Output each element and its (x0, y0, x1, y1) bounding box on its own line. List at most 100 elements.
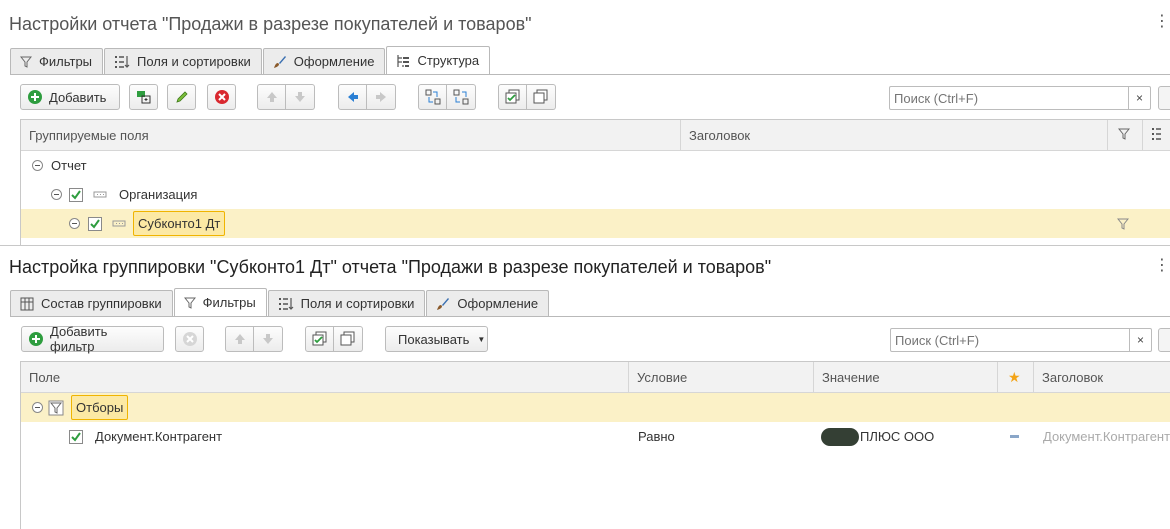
tab-label: Поля и сортировки (137, 54, 251, 69)
delete-icon (214, 89, 230, 105)
tab-fields-sorting[interactable]: Поля и сортировки (267, 290, 426, 316)
tab-filters[interactable]: Фильтры (10, 48, 104, 74)
uncheck-all-button[interactable] (527, 84, 556, 110)
filter-indicator-icon (1117, 209, 1129, 238)
uncheck-all-button[interactable] (334, 326, 363, 352)
row-checkbox[interactable] (88, 216, 102, 231)
group-ungroup-group (418, 84, 476, 110)
column-header-value[interactable]: Значение (814, 362, 998, 393)
clear-search-icon[interactable]: × (1129, 329, 1151, 351)
move-right-button[interactable] (367, 84, 396, 110)
search-input[interactable] (891, 329, 1127, 351)
collapse-toggle-icon[interactable] (51, 189, 62, 200)
arrow-down-icon (261, 332, 275, 346)
tree-row-label: Отчет (51, 158, 87, 173)
delete-button[interactable] (207, 84, 236, 110)
edit-button[interactable] (167, 84, 196, 110)
tree-row-subconto1[interactable]: Субконто1 Дт (21, 209, 1170, 238)
filter-title[interactable]: Документ.Контрагент (1043, 422, 1170, 451)
filter-group-label: Отборы (71, 395, 129, 420)
collapse-toggle-icon[interactable] (32, 402, 43, 413)
tab-grouping-composition[interactable]: Состав группировки (10, 290, 173, 316)
tab-label: Структура (417, 53, 480, 68)
column-header-title[interactable]: Заголовок (681, 120, 1108, 151)
uncheck-all-icon (340, 331, 356, 347)
arrow-down-icon (293, 90, 307, 104)
report-settings-window: Настройки отчета "Продажи в разрезе поку… (0, 0, 1170, 245)
column-header-grouped-fields[interactable]: Группируемые поля (21, 120, 681, 151)
dropdown-arrow-icon: ▼ (477, 334, 486, 344)
check-all-icon (505, 89, 521, 105)
add-button-label: Добавить (49, 89, 107, 105)
filters-search: × (890, 328, 1152, 352)
check-group (305, 326, 363, 352)
column-header-filter[interactable] (1108, 120, 1143, 151)
report-settings-tabs: Фильтры Поля и сортировки Оформление Стр… (10, 46, 491, 74)
tab-label: Состав группировки (41, 296, 162, 311)
delete-filter-button[interactable] (175, 326, 204, 352)
add-filter-button[interactable]: Добавить фильтр (21, 324, 164, 354)
tab-divider (10, 74, 1170, 75)
fields-icon (1151, 127, 1167, 144)
move-left-right-group (338, 84, 396, 110)
collapse-toggle-icon[interactable] (69, 218, 80, 229)
check-all-button[interactable] (305, 326, 334, 352)
tree-row-report[interactable]: Отчет (21, 151, 1170, 180)
funnel-icon (20, 56, 32, 68)
more-options-icon[interactable]: ⋮ (1154, 258, 1170, 274)
tab-appearance[interactable]: Оформление (262, 48, 386, 74)
grouping-settings-title: Настройка группировки "Субконто1 Дт" отч… (9, 257, 772, 277)
delete-icon (182, 331, 198, 347)
brush-icon (273, 55, 287, 69)
move-up-down-group (257, 84, 315, 110)
redacted-mark (821, 422, 859, 451)
group-button[interactable] (418, 84, 447, 110)
collapse-toggle-icon[interactable] (32, 160, 43, 171)
tree-row-organization[interactable]: Организация (21, 180, 1170, 209)
structure-icon (396, 54, 410, 68)
column-header-title[interactable]: Заголовок (1034, 362, 1170, 393)
structure-search: × (889, 86, 1151, 110)
tab-filters[interactable]: Фильтры (173, 288, 267, 316)
column-header-fields[interactable] (1143, 120, 1170, 151)
filter-value[interactable]: ПЛЮС ООО (860, 422, 934, 451)
filters-grid: Поле Условие Значение ★ Заголовок Отборы… (20, 361, 1170, 529)
add-grouping-button[interactable] (129, 84, 158, 110)
grid-header: Группируемые поля Заголовок (21, 120, 1170, 151)
tab-appearance[interactable]: Оформление (426, 290, 550, 316)
filter-row[interactable]: Документ.Контрагент Равно ПЛЮС ООО Докум… (21, 422, 1170, 451)
column-header-star[interactable]: ★ (998, 362, 1034, 393)
filter-group-row[interactable]: Отборы (21, 393, 1170, 422)
grid-header: Поле Условие Значение ★ Заголовок (21, 362, 1170, 393)
search-input[interactable] (890, 87, 1126, 109)
move-down-button[interactable] (286, 84, 315, 110)
funnel-icon (183, 297, 196, 309)
tab-fields-sorting[interactable]: Поля и сортировки (104, 48, 262, 74)
move-up-down-group (225, 326, 283, 352)
brush-icon (436, 297, 450, 311)
column-header-condition[interactable]: Условие (629, 362, 814, 393)
clear-search-icon[interactable]: × (1128, 87, 1150, 109)
more-actions-button[interactable] (1158, 328, 1170, 352)
show-dropdown-button[interactable]: Показывать ▼ (385, 326, 488, 352)
funnel-icon (1117, 128, 1131, 143)
field-icon (93, 180, 107, 209)
ungroup-button[interactable] (447, 84, 476, 110)
more-options-icon[interactable]: ⋮ (1154, 14, 1170, 30)
check-all-button[interactable] (498, 84, 527, 110)
filter-row-checkbox[interactable] (69, 429, 83, 444)
fields-icon (278, 297, 294, 311)
move-up-button[interactable] (225, 326, 254, 352)
tab-label: Оформление (457, 296, 539, 311)
filter-condition[interactable]: Равно (638, 422, 675, 451)
tab-structure[interactable]: Структура (386, 46, 491, 74)
add-button[interactable]: Добавить (20, 84, 120, 110)
move-left-button[interactable] (338, 84, 367, 110)
arrow-left-icon (346, 90, 360, 104)
row-checkbox[interactable] (69, 187, 83, 202)
move-down-button[interactable] (254, 326, 283, 352)
filter-field[interactable]: Документ.Контрагент (95, 422, 222, 451)
move-up-button[interactable] (257, 84, 286, 110)
column-header-field[interactable]: Поле (21, 362, 629, 393)
more-actions-button[interactable] (1158, 86, 1170, 110)
